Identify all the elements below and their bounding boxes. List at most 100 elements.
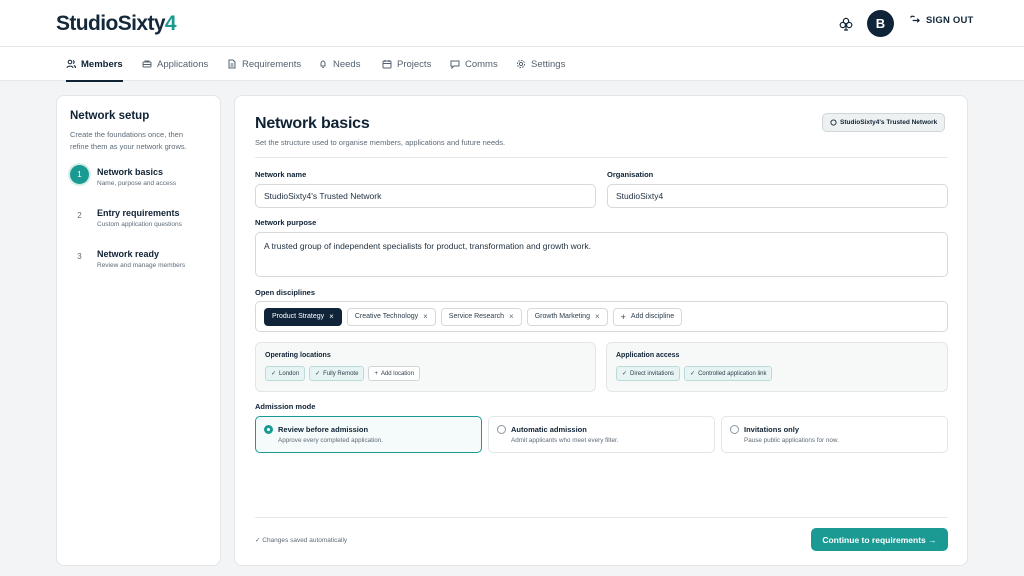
radio-icon[interactable] bbox=[497, 425, 506, 434]
avatar[interactable]: B bbox=[867, 10, 894, 37]
chip-label: Product Strategy bbox=[272, 313, 325, 320]
admission-option-invitations[interactable]: Invitations only Pause public applicatio… bbox=[721, 416, 948, 453]
divider bbox=[255, 517, 948, 518]
chip-label: Creative Technology bbox=[354, 313, 419, 320]
step-number: 2 bbox=[77, 211, 82, 220]
network-basics-form: Network basics Set the structure used to… bbox=[234, 95, 968, 566]
nav-needs[interactable]: Needs bbox=[318, 47, 360, 81]
chip-label: Controlled application link bbox=[698, 370, 767, 377]
admission-option-review[interactable]: Review before admission Approve every co… bbox=[255, 416, 482, 453]
remove-icon[interactable]: × bbox=[329, 312, 334, 321]
check-icon: ✓ bbox=[690, 371, 696, 377]
application-access-box: Application access ✓ Direct invitations ✓… bbox=[606, 342, 948, 392]
access-chip[interactable]: ✓ Direct invitations bbox=[616, 366, 681, 381]
step-network-ready[interactable]: 3 Network ready Review and manage member… bbox=[70, 247, 185, 269]
step-subtitle: Custom application questions bbox=[97, 221, 182, 228]
organisation-field[interactable]: StudioSixty4 bbox=[607, 184, 948, 208]
step-title: Entry requirements bbox=[97, 208, 180, 218]
option-subtitle: Approve every completed application. bbox=[278, 437, 384, 444]
network-name-field[interactable]: StudioSixty4's Trusted Network bbox=[255, 184, 596, 208]
option-title: Invitations only bbox=[744, 425, 800, 434]
sign-out-button[interactable]: SIGN OUT bbox=[909, 15, 974, 26]
brand-logo[interactable]: StudioSixty4 bbox=[56, 12, 177, 36]
users-icon bbox=[66, 59, 76, 69]
chip-label: London bbox=[279, 370, 300, 377]
remove-icon[interactable]: × bbox=[423, 312, 428, 321]
add-location-button[interactable]: + Add location bbox=[368, 366, 420, 381]
sign-out-icon bbox=[910, 15, 920, 23]
divider bbox=[255, 157, 948, 158]
discipline-chip[interactable]: Product Strategy × bbox=[264, 307, 342, 326]
radio-selected-icon[interactable] bbox=[264, 425, 273, 434]
nav-settings[interactable]: Settings bbox=[516, 47, 565, 81]
chip-label: Fully Remote bbox=[323, 370, 359, 377]
discipline-chip[interactable]: Service Research × bbox=[440, 307, 522, 326]
remove-icon[interactable]: × bbox=[595, 312, 600, 321]
check-icon: ✓ bbox=[315, 371, 321, 377]
remove-icon[interactable]: × bbox=[509, 312, 514, 321]
add-discipline-button[interactable]: + Add discipline bbox=[612, 307, 683, 326]
nav-needs-label: Needs bbox=[333, 58, 361, 70]
nav-comms[interactable]: Comms bbox=[450, 47, 498, 81]
bell-icon bbox=[320, 60, 326, 68]
nav-requirements-label: Requirements bbox=[242, 58, 302, 70]
nav-members[interactable]: Members bbox=[66, 47, 123, 82]
step-title: Network ready bbox=[97, 249, 160, 259]
network-purpose-label: Network purpose bbox=[255, 218, 317, 227]
nav-applications[interactable]: Applications bbox=[142, 47, 208, 81]
nav-requirements[interactable]: Requirements bbox=[227, 47, 301, 81]
sidebar-title: Network setup bbox=[70, 110, 150, 122]
plus-icon: + bbox=[374, 370, 378, 377]
top-bar: StudioSixty4 B SIGN OUT bbox=[0, 0, 1024, 47]
setup-sidebar: Network setup Create the foundations onc… bbox=[56, 95, 221, 566]
location-chip[interactable]: ✓ Fully Remote bbox=[309, 366, 365, 381]
network-purpose-field[interactable]: A trusted group of independent specialis… bbox=[255, 232, 948, 277]
nav-comms-label: Comms bbox=[465, 58, 498, 70]
operating-locations-box: Operating locations ✓ London ✓ Fully Remot… bbox=[255, 342, 596, 392]
option-title: Review before admission bbox=[278, 425, 369, 434]
step-entry-requirements[interactable]: 2 Entry requirements Custom application … bbox=[70, 206, 182, 228]
chat-icon bbox=[450, 60, 460, 69]
option-title: Automatic admission bbox=[511, 425, 587, 434]
sidebar-description: Create the foundations once, then refine… bbox=[70, 130, 187, 151]
access-chip[interactable]: ✓ Controlled application link bbox=[684, 366, 773, 381]
main-nav: Members Applications Requirements Needs … bbox=[0, 47, 1024, 82]
operating-locations-label: Operating locations bbox=[265, 352, 331, 359]
option-subtitle: Admit applicants who meet every filter. bbox=[511, 437, 619, 444]
add-location-label: Add location bbox=[380, 370, 414, 377]
location-chip[interactable]: ✓ London bbox=[265, 366, 306, 381]
discipline-chip[interactable]: Growth Marketing × bbox=[526, 307, 608, 326]
step-number: 1 bbox=[70, 165, 89, 184]
calendar-icon bbox=[382, 60, 392, 69]
nav-members-label: Members bbox=[81, 58, 123, 70]
page-title: Network basics bbox=[255, 115, 370, 132]
check-icon: ✓ bbox=[622, 371, 628, 377]
step-network-basics[interactable]: 1 Network basics Name, purpose and acces… bbox=[70, 165, 176, 187]
step-number: 3 bbox=[77, 252, 82, 261]
sign-out-label: SIGN OUT bbox=[926, 15, 974, 26]
application-access-label: Application access bbox=[616, 352, 680, 359]
add-discipline-label: Add discipline bbox=[630, 313, 675, 320]
document-icon bbox=[228, 59, 236, 69]
network-name-label: Network name bbox=[255, 170, 307, 179]
club-icon[interactable] bbox=[838, 16, 854, 32]
nav-applications-label: Applications bbox=[157, 58, 209, 70]
nav-projects[interactable]: Projects bbox=[382, 47, 431, 81]
nav-projects-label: Projects bbox=[397, 58, 432, 70]
plus-icon: + bbox=[620, 311, 626, 322]
step-title: Network basics bbox=[97, 167, 164, 177]
organisation-label: Organisation bbox=[607, 170, 654, 179]
autosave-status: ✓ Changes saved automatically bbox=[255, 537, 348, 544]
page-subtitle: Set the structure used to organise membe… bbox=[255, 138, 506, 147]
gear-icon bbox=[516, 59, 526, 69]
network-badge: StudioSixty4's Trusted Network bbox=[822, 113, 946, 132]
disciplines-input[interactable]: Product Strategy × Creative Technology × S… bbox=[255, 301, 948, 332]
admission-option-automatic[interactable]: Automatic admission Admit applicants who… bbox=[488, 416, 715, 453]
nav-settings-label: Settings bbox=[531, 58, 566, 70]
radio-icon[interactable] bbox=[730, 425, 739, 434]
chip-label: Growth Marketing bbox=[534, 313, 590, 320]
disciplines-label: Open disciplines bbox=[255, 288, 316, 297]
network-badge-label: StudioSixty4's Trusted Network bbox=[840, 119, 938, 126]
discipline-chip[interactable]: Creative Technology × bbox=[346, 307, 436, 326]
continue-button[interactable]: Continue to requirements → bbox=[811, 528, 948, 551]
